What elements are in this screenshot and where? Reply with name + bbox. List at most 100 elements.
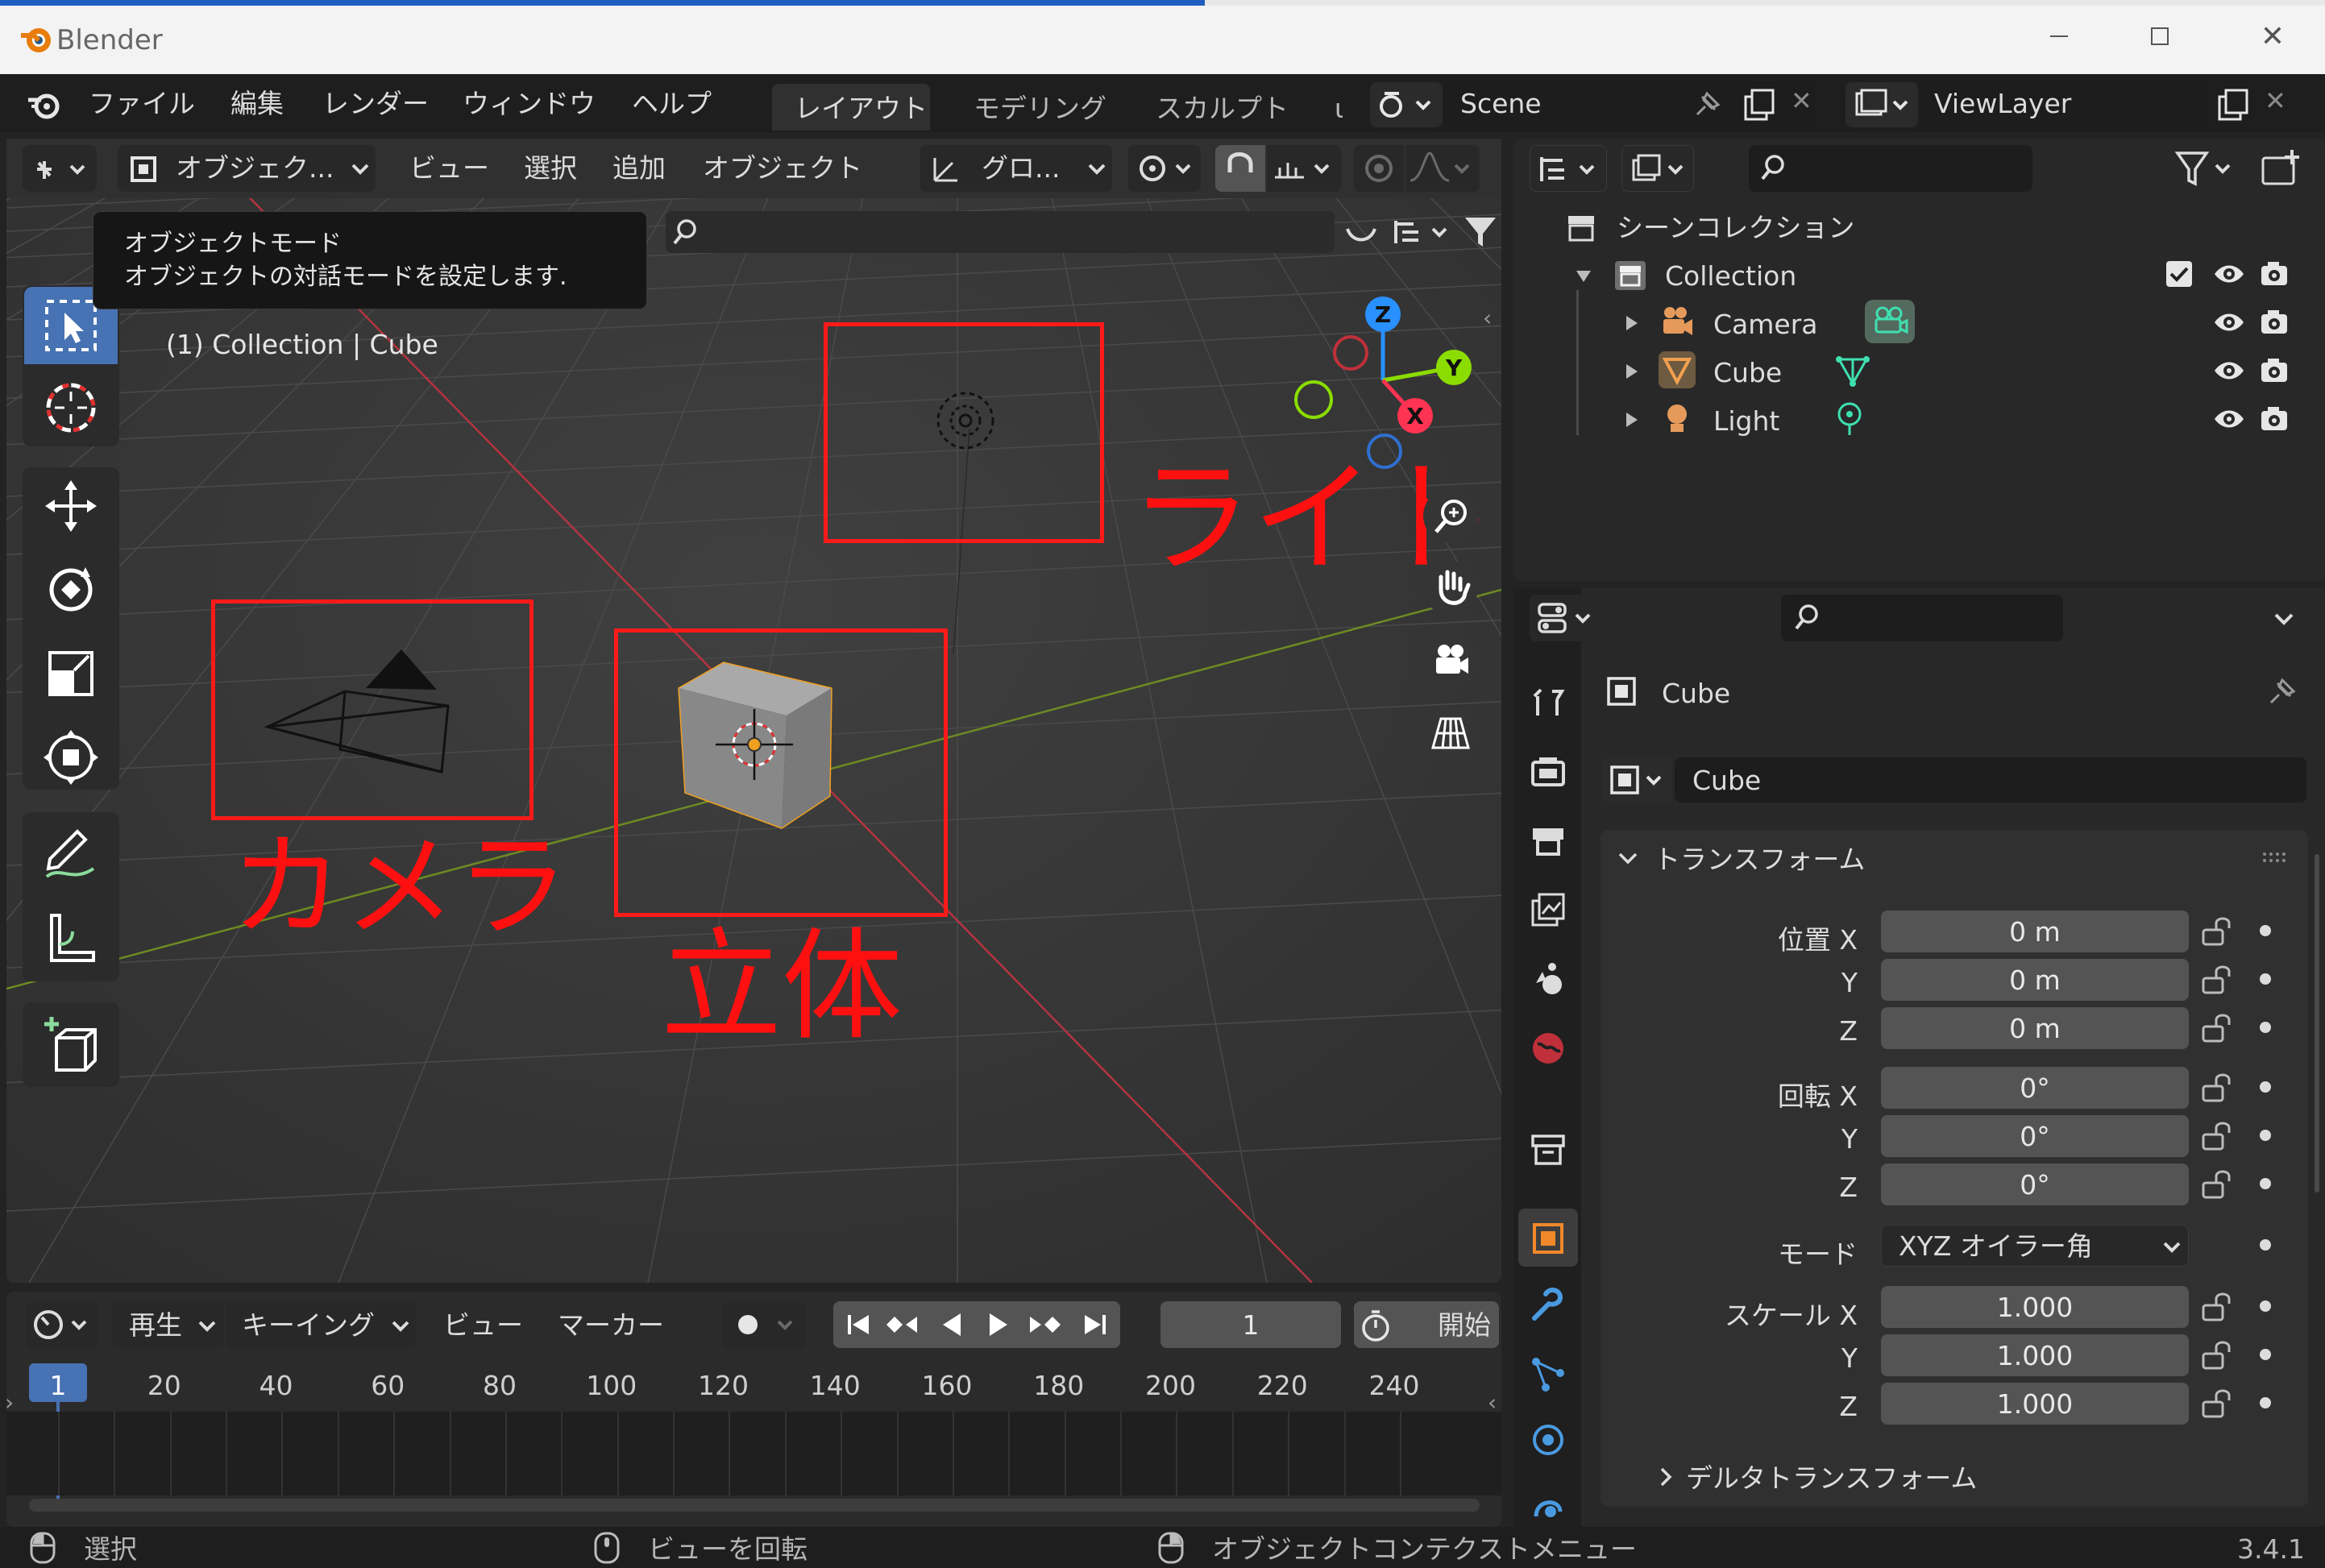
scale-y-field[interactable]: 1.000 xyxy=(1881,1334,2189,1376)
perspective-toggle-button[interactable] xyxy=(1423,706,1478,761)
unlock-icon[interactable] xyxy=(2200,1388,2236,1420)
keyframe-dot[interactable] xyxy=(2260,973,2271,985)
drag-handle-icon[interactable] xyxy=(2261,849,2290,867)
camera-render-camera-icon[interactable] xyxy=(2258,306,2290,338)
camera-view-button[interactable] xyxy=(1423,633,1478,688)
collection-checkbox[interactable] xyxy=(2166,261,2192,287)
delete-viewlayer-icon[interactable]: ✕ xyxy=(2265,85,2300,126)
keyframe-dot[interactable] xyxy=(2260,1022,2271,1033)
expand-camera-icon[interactable] xyxy=(1620,311,1644,335)
outliner-collection[interactable]: Collection xyxy=(1665,263,1796,289)
tab-layout[interactable]: レイアウト xyxy=(795,95,928,122)
current-frame-field[interactable]: 1 xyxy=(1160,1301,1341,1348)
unlock-icon[interactable] xyxy=(2200,1339,2236,1371)
snap-toggle[interactable] xyxy=(1215,145,1265,192)
modifier-tab-icon[interactable] xyxy=(1528,1284,1568,1325)
viewport-menu-add[interactable]: 追加 xyxy=(612,155,666,181)
expand-light-icon[interactable] xyxy=(1620,408,1644,432)
menu-edit[interactable]: 編集 xyxy=(230,90,284,117)
collection-render-camera-icon[interactable] xyxy=(2258,258,2290,290)
unlock-icon[interactable] xyxy=(2200,1072,2236,1104)
collection-visibility-eye-icon[interactable] xyxy=(2211,259,2247,288)
object-browse-button[interactable] xyxy=(1602,757,1671,803)
viewlayer-browse-button[interactable] xyxy=(1845,82,1918,127)
scene-browse-button[interactable] xyxy=(1370,82,1443,127)
light-render-camera-icon[interactable] xyxy=(2258,403,2290,435)
viewport-menu-object[interactable]: オブジェクト xyxy=(703,155,862,181)
cube-render-camera-icon[interactable] xyxy=(2258,355,2290,387)
zoom-button[interactable] xyxy=(1423,488,1478,543)
timeline-sidebar-toggle-icon[interactable]: ‹ xyxy=(1488,1389,1497,1416)
camera-data-icon[interactable] xyxy=(1865,300,1915,343)
timeline-track-area[interactable] xyxy=(6,1412,1501,1495)
new-scene-icon[interactable] xyxy=(1739,85,1779,126)
properties-search-field[interactable] xyxy=(1781,595,2063,641)
cursor-tool[interactable] xyxy=(24,369,118,446)
timeline-scrollbar[interactable] xyxy=(29,1499,1480,1512)
prev-keyframe-button[interactable] xyxy=(882,1307,922,1342)
move-tool[interactable] xyxy=(24,467,118,545)
transform-tool[interactable] xyxy=(24,719,118,796)
filter-icon[interactable] xyxy=(1460,211,1501,253)
constraints-tab-icon[interactable] xyxy=(1528,1487,1568,1523)
tab-more[interactable]: ι xyxy=(1335,95,1343,122)
display-mode-dropdown[interactable] xyxy=(1621,145,1694,192)
rotation-z-field[interactable]: 0° xyxy=(1881,1164,2189,1205)
keyframe-dot[interactable] xyxy=(2260,1239,2271,1251)
expand-collection-icon[interactable] xyxy=(1571,264,1596,288)
next-keyframe-button[interactable] xyxy=(1025,1307,1065,1342)
menu-window[interactable]: ウィンドウ xyxy=(463,90,596,117)
pan-button[interactable] xyxy=(1423,561,1478,616)
output-tab-icon[interactable] xyxy=(1528,820,1568,861)
outliner-search-field[interactable] xyxy=(1749,145,2032,192)
menu-render[interactable]: レンダー xyxy=(322,90,429,117)
new-collection-button[interactable] xyxy=(2256,145,2305,192)
delta-transform-section-title[interactable]: デルタトランスフォーム xyxy=(1686,1465,1977,1491)
world-tab-icon[interactable] xyxy=(1528,1028,1568,1068)
tab-sculpt[interactable]: スカルプト xyxy=(1156,95,1289,122)
annotate-tool[interactable] xyxy=(24,814,118,891)
menu-help[interactable]: ヘルプ xyxy=(632,90,712,117)
close-button[interactable]: ✕ xyxy=(2252,16,2293,56)
timeline-channel-toggle-icon[interactable]: › xyxy=(5,1389,14,1416)
auto-keying-toggle[interactable] xyxy=(722,1301,806,1348)
rotation-y-field[interactable]: 0° xyxy=(1881,1115,2189,1157)
unlock-icon[interactable] xyxy=(2200,1012,2236,1044)
transform-section-title[interactable]: トランスフォーム xyxy=(1654,846,1865,873)
scale-tool[interactable] xyxy=(24,635,118,712)
minimize-button[interactable] xyxy=(2039,16,2079,56)
pin-properties-icon[interactable] xyxy=(2263,674,2300,711)
render-tab-icon[interactable] xyxy=(1528,751,1568,791)
timeline-menu-marker[interactable]: マーカー xyxy=(558,1312,664,1338)
outliner-camera[interactable]: Camera xyxy=(1713,311,1818,338)
keyframe-dot[interactable] xyxy=(2260,1349,2271,1360)
scene-tab-icon[interactable] xyxy=(1528,959,1568,999)
menu-file[interactable]: ファイル xyxy=(89,90,195,117)
location-z-field[interactable]: 0 m xyxy=(1881,1007,2189,1049)
pin-scene-icon[interactable] xyxy=(1688,87,1725,124)
light-visibility-eye-icon[interactable] xyxy=(2211,404,2247,433)
properties-editor-type-button[interactable] xyxy=(1530,595,1604,641)
properties-options-dropdown[interactable] xyxy=(2260,595,2308,641)
keyframe-dot[interactable] xyxy=(2260,1397,2271,1408)
view-layer-tab-icon[interactable] xyxy=(1528,890,1568,930)
unlock-icon[interactable] xyxy=(2200,1120,2236,1152)
rotation-x-field[interactable]: 0° xyxy=(1881,1067,2189,1109)
camera-visibility-eye-icon[interactable] xyxy=(2211,308,2247,337)
keyframe-dot[interactable] xyxy=(2260,1081,2271,1093)
outliner-editor-type-button[interactable] xyxy=(1530,145,1607,192)
maximize-button[interactable] xyxy=(2140,16,2180,56)
proportional-falloff-dropdown[interactable] xyxy=(1405,145,1480,192)
delete-scene-icon[interactable]: ✕ xyxy=(1791,85,1826,126)
viewport-menu-select[interactable]: 選択 xyxy=(524,155,577,181)
object-tab-icon[interactable] xyxy=(1528,1218,1568,1259)
unlock-icon[interactable] xyxy=(2200,1291,2236,1323)
expand-cube-icon[interactable] xyxy=(1620,359,1644,384)
jump-end-button[interactable] xyxy=(1075,1307,1115,1342)
outliner-cube[interactable]: Cube xyxy=(1713,359,1782,386)
physics-tab-icon[interactable] xyxy=(1528,1420,1568,1460)
tool-tab-icon[interactable] xyxy=(1528,682,1568,722)
unlock-icon[interactable] xyxy=(2200,915,2236,948)
keyframe-dot[interactable] xyxy=(2260,1130,2271,1141)
scale-x-field[interactable]: 1.000 xyxy=(1881,1286,2189,1328)
